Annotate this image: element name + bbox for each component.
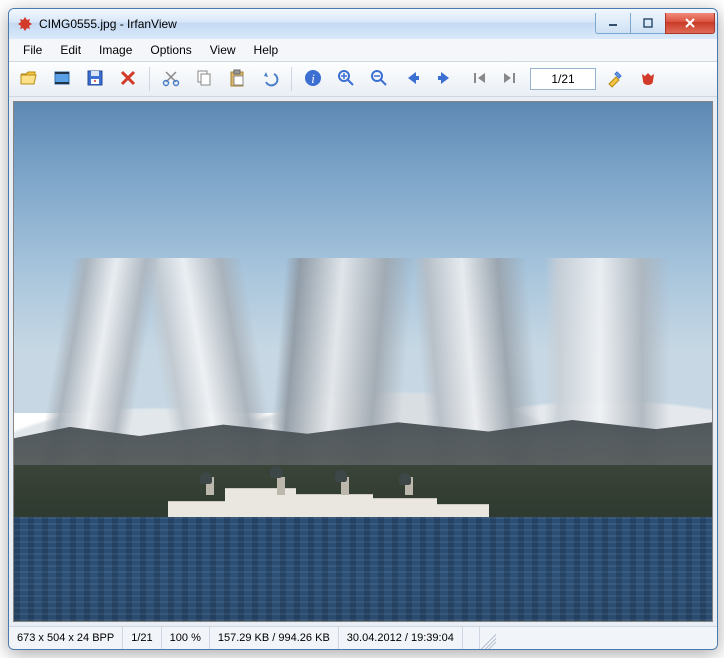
status-bar: 673 x 504 x 24 BPP 1/21 100 % 157.29 KB …: [9, 626, 717, 649]
window-controls: [596, 13, 715, 34]
zoom-in-button[interactable]: [332, 65, 360, 93]
menu-options[interactable]: Options: [142, 41, 199, 59]
info-icon: i: [303, 68, 323, 91]
status-datetime: 30.04.2012 / 19:39:04: [339, 627, 463, 649]
image-viewport[interactable]: [13, 101, 713, 622]
prev-button[interactable]: [398, 65, 426, 93]
info-button[interactable]: i: [299, 65, 327, 93]
menu-file[interactable]: File: [15, 41, 50, 59]
zoom-out-icon: [369, 68, 389, 91]
menu-view[interactable]: View: [202, 41, 244, 59]
scissors-icon: [161, 68, 181, 91]
resize-grip[interactable]: [480, 627, 496, 649]
status-filesize: 157.29 KB / 994.26 KB: [210, 627, 339, 649]
menu-image[interactable]: Image: [91, 41, 140, 59]
page-index-input[interactable]: [530, 68, 596, 90]
undo-button[interactable]: [256, 65, 284, 93]
menu-help[interactable]: Help: [246, 41, 287, 59]
status-index: 1/21: [123, 627, 161, 649]
folder-open-icon: [19, 68, 39, 91]
arrow-left-icon: [402, 68, 422, 91]
svg-text:i: i: [311, 71, 315, 86]
cat-icon: [638, 68, 658, 91]
last-button[interactable]: [497, 65, 525, 93]
filmstrip-icon: [52, 68, 72, 91]
zoom-in-icon: [336, 68, 356, 91]
settings-button[interactable]: [601, 65, 629, 93]
status-spacer: [463, 627, 480, 649]
menu-edit[interactable]: Edit: [52, 41, 89, 59]
cut-button[interactable]: [157, 65, 185, 93]
clipboard-icon: [227, 68, 247, 91]
paste-button[interactable]: [223, 65, 251, 93]
app-window: CIMG0555.jpg - IrfanView File Edit Image…: [8, 8, 718, 650]
copy-button[interactable]: [190, 65, 218, 93]
toolbar-separator: [149, 67, 150, 91]
about-button[interactable]: [634, 65, 662, 93]
save-button[interactable]: [81, 65, 109, 93]
tools-icon: [605, 68, 625, 91]
delete-x-icon: [118, 68, 138, 91]
floppy-icon: [85, 68, 105, 91]
zoom-out-button[interactable]: [365, 65, 393, 93]
status-dimensions: 673 x 504 x 24 BPP: [9, 627, 123, 649]
title-bar[interactable]: CIMG0555.jpg - IrfanView: [9, 9, 717, 39]
maximize-button[interactable]: [630, 13, 666, 34]
arrow-last-icon: [501, 68, 521, 91]
status-zoom: 100 %: [162, 627, 210, 649]
menu-bar: File Edit Image Options View Help: [9, 39, 717, 62]
first-button[interactable]: [464, 65, 492, 93]
delete-button[interactable]: [114, 65, 142, 93]
arrow-first-icon: [468, 68, 488, 91]
arrow-right-icon: [435, 68, 455, 91]
open-button[interactable]: [15, 65, 43, 93]
app-icon: [17, 16, 33, 32]
content-area: [9, 97, 717, 626]
slideshow-button[interactable]: [48, 65, 76, 93]
toolbar-separator: [291, 67, 292, 91]
close-button[interactable]: [665, 13, 715, 34]
toolbar: i: [9, 62, 717, 97]
next-button[interactable]: [431, 65, 459, 93]
window-title: CIMG0555.jpg - IrfanView: [39, 17, 596, 31]
copy-icon: [194, 68, 214, 91]
image-region-water: [14, 517, 712, 621]
undo-icon: [260, 68, 280, 91]
minimize-button[interactable]: [595, 13, 631, 34]
